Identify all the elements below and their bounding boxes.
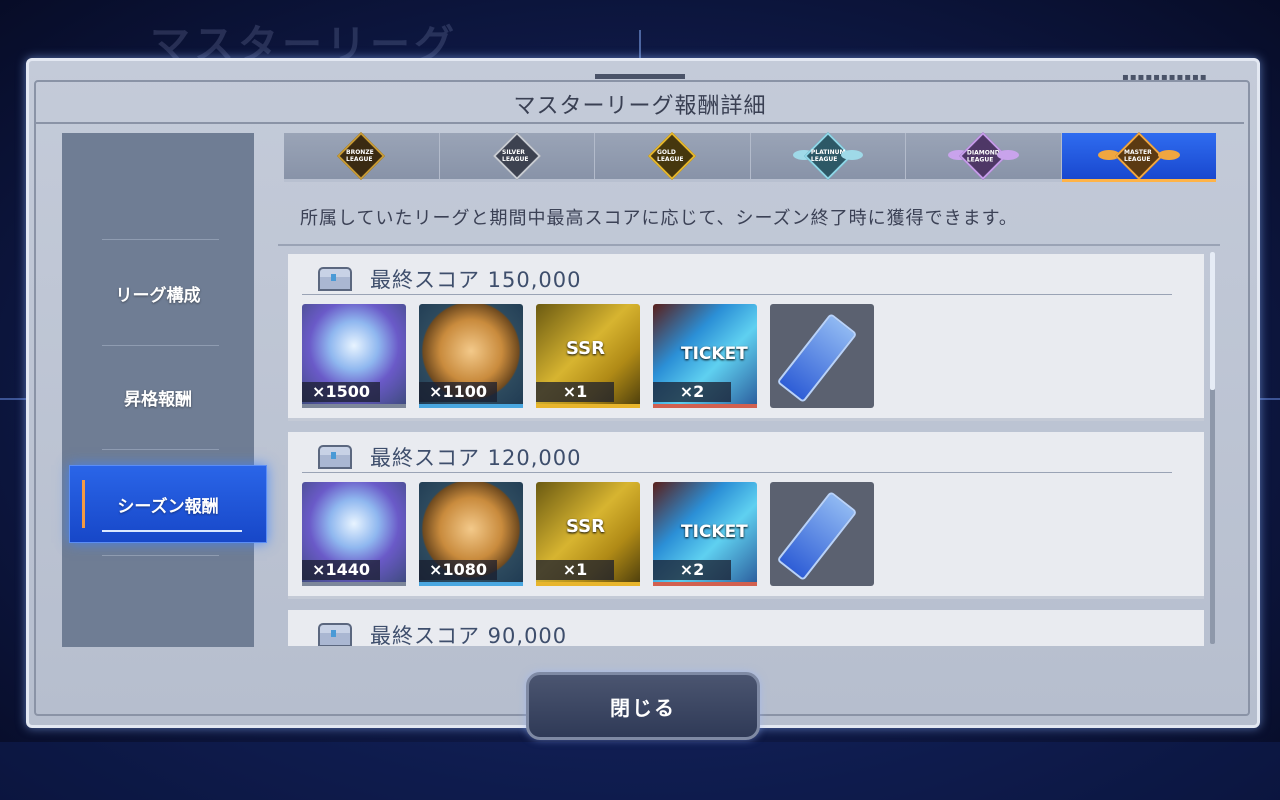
reward-group: 最終スコア 150,000 ×1500 ×1100 SSR ×1 TICKET … [288,254,1204,421]
tab-platinum-league[interactable]: PLATINUM LEAGUE [751,131,906,181]
master-league-badge-icon: MASTER LEAGUE [1114,131,1163,181]
reward-group-title: 最終スコア 150,000 [370,268,582,292]
rarity-rim [302,582,406,586]
reward-quantity: ×2 [653,560,731,580]
background-line [0,398,26,400]
rarity-rim [302,404,406,408]
bronze-league-badge-icon: BRONZE LEAGUE [337,131,386,181]
ticket-label: TICKET [681,344,748,364]
platinum-wing-right-icon [841,150,863,160]
reward-item[interactable]: ×1440 [302,482,406,586]
reward-items: ×1440 ×1080 SSR ×1 TICKET ×2 [302,482,887,586]
reward-group-rule [302,294,1172,295]
sidebar-divider [102,345,219,346]
sidebar-item-label: 昇格報酬 [124,389,192,410]
reward-group-title: 最終スコア 90,000 [370,624,568,646]
rewards-description: 所属していたリーグと期間中最高スコアに応じて、シーズン終了時に獲得できます。 [300,208,1018,229]
rarity-rim [536,404,640,408]
active-underline [102,530,242,532]
close-button[interactable]: 閉じる [526,672,760,740]
description-divider [278,244,1220,246]
reward-group-rule [302,472,1172,473]
frame-deco [595,74,685,79]
reward-group-header: 最終スコア 90,000 [316,620,567,646]
blue-card-icon [770,304,874,408]
active-indicator [82,480,85,528]
sidebar-item-league-structure[interactable]: リーグ構成 [62,273,254,313]
treasure-chest-icon [316,445,352,469]
sidebar-divider [102,239,219,240]
rarity-rim [653,582,757,586]
background-bottom-bar [0,742,1280,800]
tab-diamond-league[interactable]: DIAMOND LEAGUE [906,131,1062,181]
reward-quantity: ×1080 [419,560,497,580]
title-divider [36,122,1244,124]
sidebar-divider [102,449,219,450]
dialog-title: マスターリーグ報酬詳細 [513,94,767,119]
reward-group: 最終スコア 90,000 [288,610,1204,646]
sidebar-item-promotion-rewards[interactable]: 昇格報酬 [62,377,254,417]
silver-league-badge-icon: SILVER LEAGUE [492,131,541,181]
treasure-chest-icon [316,267,352,291]
reward-item[interactable] [770,482,874,586]
scrollbar-thumb[interactable] [1210,252,1215,390]
sidebar-item-label: シーズン報酬 [117,496,219,517]
tab-gold-league[interactable]: GOLD LEAGUE [595,131,751,181]
reward-quantity: ×1100 [419,382,497,402]
ticket-label: SSR [566,516,605,537]
reward-group-header: 最終スコア 150,000 [316,264,582,294]
rarity-rim [419,582,523,586]
rarity-rim [653,404,757,408]
rarity-rim [536,582,640,586]
reward-quantity: ×1500 [302,382,380,402]
reward-item[interactable]: ×1080 [419,482,523,586]
tab-silver-league[interactable]: SILVER LEAGUE [440,131,595,181]
reward-quantity: ×1 [536,560,614,580]
reward-quantity: ×1440 [302,560,380,580]
reward-item[interactable]: TICKET ×2 [653,482,757,586]
reward-item[interactable]: TICKET ×2 [653,304,757,408]
reward-quantity: ×2 [653,382,731,402]
reward-group-header: 最終スコア 120,000 [316,442,582,472]
treasure-chest-icon [316,623,352,646]
dialog-title-bar: マスターリーグ報酬詳細 [36,82,1244,122]
ticket-label: TICKET [681,522,748,542]
close-button-frame: 閉じる [520,666,760,740]
reward-group: 最終スコア 120,000 ×1440 ×1080 SSR ×1 TICKET … [288,432,1204,599]
reward-quantity: ×1 [536,382,614,402]
reward-item[interactable]: ×1500 [302,304,406,408]
reward-group-title: 最終スコア 120,000 [370,446,582,470]
diamond-wing-right-icon [996,150,1019,160]
blue-card-icon [770,482,874,586]
sidebar-item-label: リーグ構成 [115,285,201,306]
master-wing-right-icon [1158,150,1180,160]
reward-list[interactable]: 最終スコア 150,000 ×1500 ×1100 SSR ×1 TICKET … [280,248,1220,646]
reward-item[interactable]: SSR ×1 [536,482,640,586]
rarity-rim [419,404,523,408]
sidebar-item-season-rewards[interactable]: シーズン報酬 [69,465,267,543]
ticket-label: SSR [566,338,605,359]
reward-item[interactable] [770,304,874,408]
tab-master-league[interactable]: MASTER LEAGUE [1061,131,1216,182]
reward-items: ×1500 ×1100 SSR ×1 TICKET ×2 [302,304,887,408]
league-tabs: BRONZE LEAGUE SILVER LEAGUE GOLD LEAGUE … [284,131,1216,182]
sidebar: リーグ構成 昇格報酬 シーズン報酬 [62,133,267,647]
reward-item[interactable]: ×1100 [419,304,523,408]
gold-league-badge-icon: GOLD LEAGUE [648,131,697,181]
sidebar-divider [102,555,219,556]
tab-bronze-league[interactable]: BRONZE LEAGUE [284,131,440,181]
reward-item[interactable]: SSR ×1 [536,304,640,408]
